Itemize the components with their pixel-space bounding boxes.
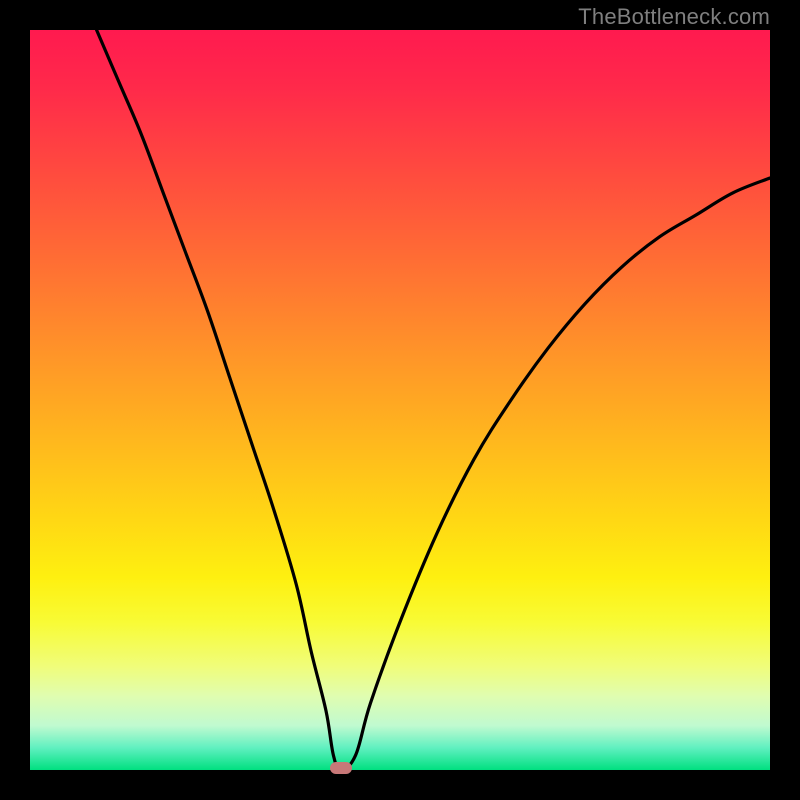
optimal-point-marker (330, 762, 352, 774)
curve-svg (30, 30, 770, 770)
watermark-text: TheBottleneck.com (578, 4, 770, 30)
bottleneck-curve (97, 30, 770, 770)
chart-frame: TheBottleneck.com (0, 0, 800, 800)
plot-area (30, 30, 770, 770)
